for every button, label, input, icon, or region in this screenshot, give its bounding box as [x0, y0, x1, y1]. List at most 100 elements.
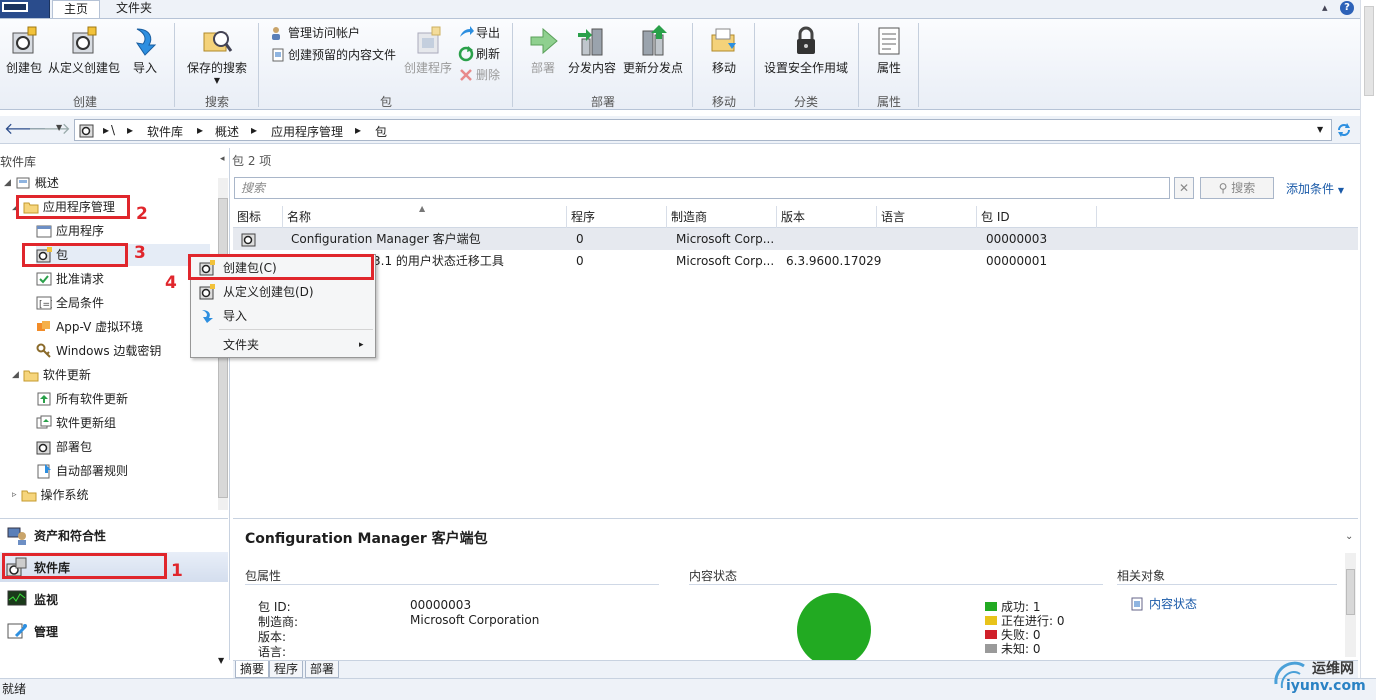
tree-node-packages[interactable]: 包 [36, 244, 210, 266]
legend-swatch [985, 644, 997, 653]
approval-icon [36, 272, 52, 286]
nav-overflow-icon[interactable]: ▼ [218, 656, 224, 665]
tree-node-overview[interactable]: ◢ 概述 [4, 172, 59, 194]
move-button[interactable]: 移动 [704, 25, 744, 76]
nav-monitoring[interactable]: 监视 [0, 584, 228, 614]
table-row[interactable]: Configuration Manager 客户端包 0 Microsoft C… [233, 228, 1358, 250]
window-scrollbar[interactable] [1360, 0, 1376, 678]
update-distribution-point-icon [642, 25, 667, 56]
clear-search-button[interactable]: ✕ [1174, 177, 1194, 199]
menu-item-import[interactable]: 导入 [193, 305, 373, 327]
tree-node-all-software-updates[interactable]: 所有软件更新 [36, 388, 128, 410]
tab-deployments[interactable]: 部署 [305, 661, 340, 678]
search-button[interactable]: ⚲ 搜索 [1200, 177, 1274, 199]
tab-summary[interactable]: 摘要 [235, 661, 270, 678]
menu-item-create-package[interactable]: 创建包(C) [193, 257, 373, 279]
tree-node-automatic-deployment-rules[interactable]: 自动部署规则 [36, 460, 128, 482]
menu-item-folder[interactable]: 文件夹 ▸ [193, 334, 373, 356]
menu-item-create-package-from-definition[interactable]: 从定义创建包(D) [193, 281, 373, 303]
create-package-from-definition-button[interactable]: 从定义创建包 [48, 25, 120, 76]
column-package-id[interactable]: 包 ID [977, 206, 1097, 228]
export-button[interactable]: 导出 [458, 23, 500, 43]
column-version[interactable]: 版本 [777, 206, 877, 228]
nav-software-library[interactable]: 软件库 [0, 552, 228, 582]
nav-assets-and-compliance[interactable]: 资产和符合性 [0, 520, 228, 550]
status-text: 就绪 [2, 682, 27, 696]
cell-package-id: 00000003 [986, 232, 1048, 246]
cell-name: Configuration Manager 客户端包 [291, 232, 481, 246]
ribbon-separator [918, 23, 919, 107]
nav-administration[interactable]: 管理 [0, 616, 228, 646]
sort-ascending-icon: ▲ [419, 204, 426, 213]
tree-node-global-conditions[interactable]: [=] 全局条件 [36, 292, 104, 314]
list-column-header: 图标 名称 ▲ 程序 制造商 版本 语言 包 ID [233, 204, 1358, 228]
deploy-button[interactable]: 部署 [526, 25, 560, 76]
refresh-button[interactable]: 刷新 [458, 44, 500, 64]
tree-node-software-update-groups[interactable]: 软件更新组 [36, 412, 116, 434]
tree-expander-icon: ◢ [12, 370, 19, 380]
breadcrumb-packages[interactable]: 包 [375, 123, 387, 140]
tree-expander-icon: ◢ [12, 202, 19, 212]
watermark-logo: 运维网 iyunv.com [1270, 650, 1374, 698]
related-content-status-link[interactable]: 内容状态 [1131, 595, 1197, 612]
app-menu-button[interactable] [0, 0, 50, 18]
update-distribution-points-button[interactable]: 更新分发点 [622, 25, 684, 76]
status-bar: 就绪 [0, 678, 1376, 700]
tab-home[interactable]: 主页 [52, 0, 100, 19]
help-icon[interactable]: ? [1340, 1, 1354, 15]
distribute-content-button[interactable]: 分发内容 [566, 25, 618, 76]
breadcrumb-software-library[interactable]: 软件库 [147, 123, 183, 140]
properties-button[interactable]: 属性 [870, 25, 908, 76]
package-icon [79, 124, 94, 138]
tree-node-appv-environments[interactable]: App-V 虚拟环境 [36, 316, 143, 338]
create-package-button[interactable]: 创建包 [4, 25, 44, 76]
history-dropdown-icon[interactable]: ▼ [56, 123, 62, 132]
overview-icon [16, 177, 30, 189]
navigation-pane: 软件库 ◂ ◢ 概述 ◢ 应用程序管理 应用程序 包 批准请求 [=] 全局条件… [0, 148, 230, 665]
ribbon-separator [512, 23, 513, 107]
delete-button[interactable]: 删除 [458, 65, 500, 85]
ribbon-separator [692, 23, 693, 107]
column-manufacturer[interactable]: 制造商 [667, 206, 777, 228]
column-programs[interactable]: 程序 [567, 206, 667, 228]
breadcrumb-dropdown-icon[interactable]: ▼ [1317, 125, 1323, 134]
tree-node-windows-sideloading-keys[interactable]: Windows 边载密钥 [36, 340, 161, 362]
create-program-button[interactable]: 创建程序 [402, 25, 454, 76]
collapse-pane-icon[interactable]: ◂ [220, 154, 225, 164]
tree-node-software-updates[interactable]: ◢ 软件更新 [12, 364, 91, 386]
software-update-group-icon [36, 415, 52, 429]
search-icon: ⚲ [1218, 181, 1228, 195]
breadcrumb-arrow-icon: ▸ [251, 123, 258, 137]
tab-folder[interactable]: 文件夹 [102, 0, 166, 18]
package-icon [241, 233, 256, 247]
add-criteria-button[interactable]: 添加条件 ▼ [1286, 180, 1344, 197]
manage-access-accounts-button[interactable]: 管理访问帐户 [270, 23, 360, 43]
create-program-icon [417, 26, 441, 54]
collapse-details-icon[interactable]: ⌄ [1345, 531, 1353, 542]
tree-node-applications[interactable]: 应用程序 [36, 220, 104, 242]
tree-node-deployment-packages[interactable]: 部署包 [36, 436, 92, 458]
saved-searches-button[interactable]: 保存的搜索 ▼ [184, 25, 250, 85]
group-label-create: 创建 [72, 95, 97, 109]
column-icon[interactable]: 图标 [233, 206, 283, 228]
refresh-icon[interactable] [1336, 122, 1352, 138]
ribbon-collapse-icon[interactable]: ▴ [1322, 1, 1336, 15]
tab-programs[interactable]: 程序 [269, 661, 304, 678]
breadcrumb-overview[interactable]: 概述 [215, 123, 239, 140]
search-input[interactable]: 搜索 [234, 177, 1170, 199]
column-language[interactable]: 语言 [877, 206, 977, 228]
create-prestaged-content-file-button[interactable]: 创建预留的内容文件 [270, 45, 396, 65]
breadcrumb-root[interactable]: \ [111, 123, 115, 137]
breadcrumb[interactable]: ▸ \ ▸ 软件库 ▸ 概述 ▸ 应用程序管理 ▸ 包 ▼ [74, 119, 1332, 141]
tree-node-approval-requests[interactable]: 批准请求 [36, 268, 104, 290]
forward-arrow-icon[interactable]: 🡒 [28, 121, 71, 137]
property-value: Microsoft Corporation [410, 613, 540, 627]
deploy-arrow-icon [530, 27, 558, 55]
import-button[interactable]: 导入 [128, 25, 162, 76]
tree-node-application-management[interactable]: ◢ 应用程序管理 [12, 196, 115, 218]
table-row[interactable]: 3.1 的用户状态迁移工具 0 Microsoft Corp... 6.3.96… [233, 250, 1358, 272]
details-scrollbar[interactable] [1345, 553, 1356, 657]
breadcrumb-application-management[interactable]: 应用程序管理 [271, 123, 343, 140]
set-security-scopes-button[interactable]: 设置安全作用域 [764, 25, 848, 76]
tree-node-operating-systems[interactable]: ▹ 操作系统 [12, 484, 89, 506]
